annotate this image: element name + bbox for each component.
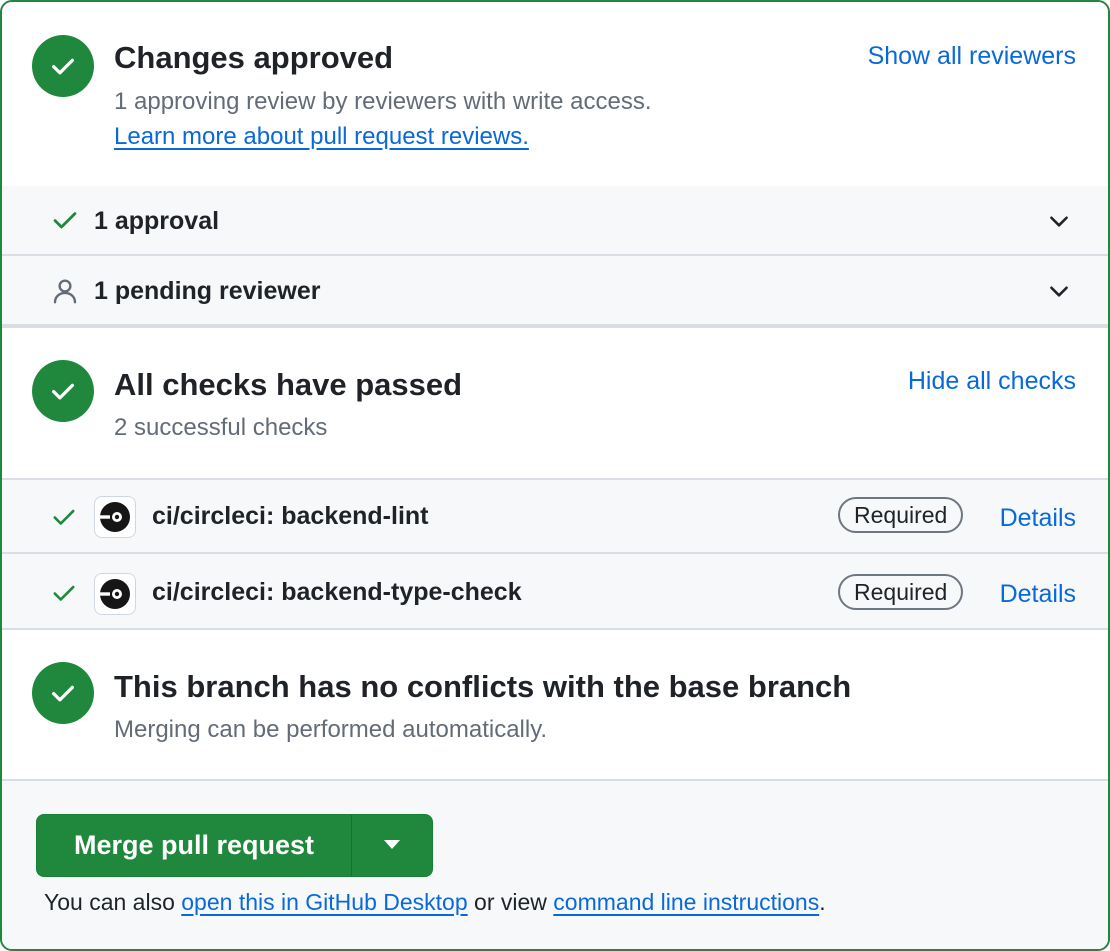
merge-area: Merge pull request You can also open thi… [2, 779, 1108, 949]
check-circle-icon [32, 662, 94, 724]
check-circle-icon [32, 35, 94, 97]
chevron-down-icon[interactable] [1046, 278, 1072, 309]
note-prefix: You can also [44, 889, 175, 915]
check-name: ci/circleci: backend-type-check [152, 578, 522, 606]
pending-reviewers-label: 1 pending reviewer [94, 277, 321, 305]
conflicts-title: This branch has no conflicts with the ba… [114, 669, 852, 704]
note-suffix: . [819, 889, 826, 915]
review-section: Changes approved Show all reviewers 1 ap… [2, 2, 1108, 186]
triangle-down-icon [382, 837, 402, 855]
show-all-reviewers-link[interactable]: Show all reviewers [868, 42, 1076, 71]
merge-box: Changes approved Show all reviewers 1 ap… [0, 0, 1110, 951]
circleci-icon [94, 573, 136, 615]
review-subtitle: 1 approving review by reviewers with wri… [114, 88, 652, 115]
check-item-backend-type-check: ci/circleci: backend-type-check Required… [2, 552, 1108, 630]
section-divider [2, 324, 1108, 328]
checks-title: All checks have passed [114, 367, 463, 402]
merge-pull-request-button[interactable]: Merge pull request [37, 815, 352, 876]
check-name: ci/circleci: backend-lint [152, 502, 429, 530]
check-icon [50, 206, 80, 239]
merge-alternatives-note: You can also open this in GitHub Desktop… [44, 889, 826, 916]
check-item-backend-lint: ci/circleci: backend-lint Required Detai… [2, 478, 1108, 554]
checks-subtitle: 2 successful checks [114, 414, 328, 441]
pending-reviewers-row[interactable]: 1 pending reviewer [2, 254, 1108, 326]
required-badge: Required [838, 497, 964, 533]
merge-options-dropdown[interactable] [352, 815, 432, 876]
chevron-down-icon[interactable] [1046, 208, 1072, 239]
hide-all-checks-link[interactable]: Hide all checks [908, 367, 1076, 396]
conflicts-subtitle: Merging can be performed automatically. [114, 716, 548, 743]
details-link[interactable]: Details [1000, 504, 1076, 533]
person-icon [50, 276, 80, 311]
details-link[interactable]: Details [1000, 580, 1076, 609]
review-title: Changes approved [114, 40, 394, 75]
circleci-icon [94, 496, 136, 538]
conflicts-section: This branch has no conflicts with the ba… [2, 628, 1108, 781]
required-badge: Required [838, 574, 964, 610]
check-icon [50, 504, 78, 535]
approvals-row[interactable]: 1 approval [2, 186, 1108, 254]
learn-more-reviews-link[interactable]: Learn more about pull request reviews. [114, 123, 529, 151]
command-line-instructions-link[interactable]: command line instructions [553, 889, 819, 915]
merge-button-group: Merge pull request [36, 814, 433, 877]
note-middle: or view [474, 889, 547, 915]
check-icon [50, 580, 78, 611]
open-in-github-desktop-link[interactable]: open this in GitHub Desktop [181, 889, 467, 915]
check-circle-icon [32, 360, 94, 422]
approvals-label: 1 approval [94, 207, 220, 235]
